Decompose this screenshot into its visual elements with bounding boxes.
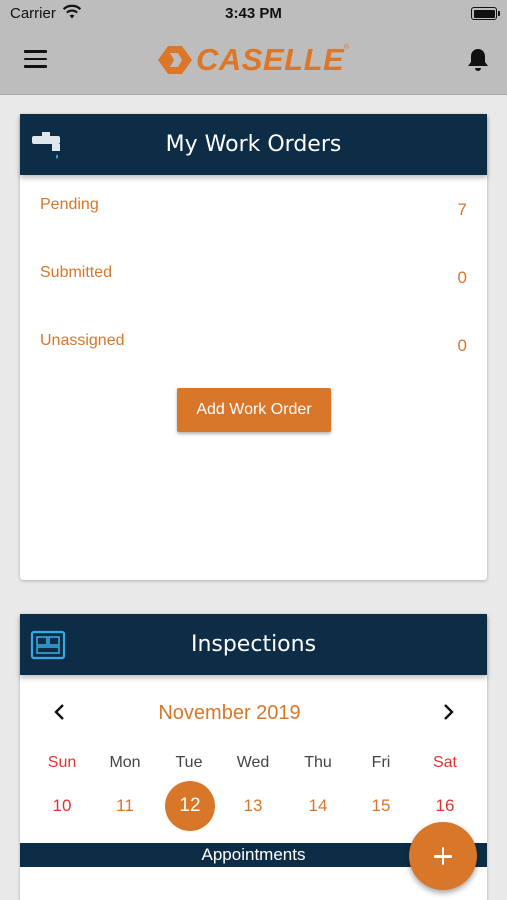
caselle-logo: CASELLE ®: [156, 42, 356, 78]
next-month-icon[interactable]: [438, 702, 458, 722]
work-order-row-unassigned[interactable]: Unassigned 0: [40, 332, 467, 356]
plus-icon[interactable]: [409, 822, 477, 890]
work-order-row-submitted[interactable]: Submitted 0: [40, 264, 467, 288]
work-order-label: Pending: [40, 196, 99, 213]
work-order-label: Submitted: [40, 264, 113, 281]
weekday-tue: Tue: [175, 754, 203, 771]
status-bar: Carrier 3:43 PM: [0, 0, 507, 28]
weekday-fri: Fri: [371, 754, 391, 771]
calendar-day[interactable]: 11: [95, 796, 155, 816]
weekday-mon: Mon: [109, 754, 141, 771]
logo-text: CASELLE: [196, 42, 345, 77]
calendar-day-selected[interactable]: 12: [165, 781, 215, 831]
status-time: 3:43 PM: [225, 5, 282, 22]
calendar-day[interactable]: 14: [288, 796, 348, 816]
work-order-label: Unassigned: [40, 332, 125, 349]
work-orders-title: My Work Orders: [165, 132, 342, 157]
app-header: Carrier 3:43 PM CASELLE ®: [0, 0, 507, 95]
work-order-row-pending[interactable]: Pending 7: [40, 196, 467, 220]
work-order-count: 7: [457, 200, 467, 219]
inspections-header: Inspections: [20, 614, 487, 675]
weekday-wed: Wed: [236, 754, 270, 771]
logo-registered-mark: ®: [344, 44, 350, 51]
weekday-sat: Sat: [432, 754, 457, 771]
add-work-order-button[interactable]: Add Work Order: [177, 388, 331, 432]
weekday-thu: Thu: [304, 754, 332, 771]
calendar-day[interactable]: 10: [32, 796, 92, 816]
calendar-month: November 2019: [20, 702, 487, 725]
work-orders-card: My Work Orders Pending 7 Submitted 0 Una…: [20, 114, 487, 580]
caselle-logo-mark-icon: [158, 46, 192, 74]
calendar-day[interactable]: 13: [223, 796, 283, 816]
bell-icon[interactable]: [466, 47, 490, 73]
weekday-sun: Sun: [47, 754, 77, 771]
calendar-month-label: November 2019: [158, 702, 301, 724]
work-orders-header: My Work Orders: [20, 114, 487, 175]
hamburger-menu-icon[interactable]: [24, 50, 47, 68]
calendar-day[interactable]: 15: [351, 796, 411, 816]
calendar-day[interactable]: 16: [415, 796, 475, 816]
battery-icon: [471, 7, 500, 20]
work-order-count: 0: [457, 336, 467, 355]
work-order-count: 0: [457, 268, 467, 287]
inspections-title: Inspections: [190, 632, 317, 657]
